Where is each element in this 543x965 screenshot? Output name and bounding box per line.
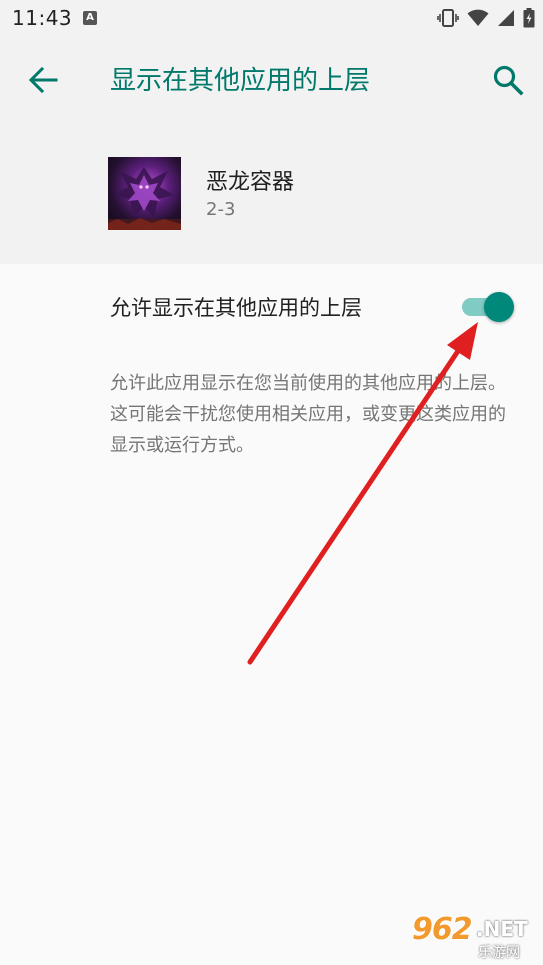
arrow-back-icon[interactable] bbox=[26, 63, 60, 97]
watermark-logo: 962 .NET 乐游网 bbox=[404, 912, 538, 962]
watermark-number: 962 bbox=[412, 912, 473, 947]
font-a-icon: A bbox=[83, 11, 97, 25]
page-title: 显示在其他应用的上层 bbox=[110, 66, 371, 96]
app-header: 显示在其他应用的上层 恶龙容器 2-3 bbox=[0, 36, 543, 264]
signal-icon bbox=[498, 10, 514, 26]
setting-summary: 允许此应用显示在您当前使用的其他应用的上层。这可能会干扰您使用相关应用，或变更这… bbox=[110, 373, 506, 456]
toggle-thumb bbox=[484, 292, 514, 322]
watermark-suffix: .NET bbox=[476, 917, 528, 941]
wifi-icon bbox=[467, 9, 489, 26]
battery-charging-icon bbox=[523, 8, 535, 28]
overlay-permission-toggle[interactable] bbox=[462, 291, 516, 323]
status-time: 11:43 bbox=[12, 6, 73, 30]
overlay-permission-row[interactable]: 允许显示在其他应用的上层 bbox=[0, 264, 543, 350]
app-version: 2-3 bbox=[206, 199, 236, 220]
dragon-image bbox=[108, 167, 181, 230]
settings-screen: 11:43 A 显示在其他应用的上层 恶龙容器 2-3 允许显示在其他应用的上层… bbox=[0, 0, 543, 965]
search-icon[interactable] bbox=[490, 62, 526, 98]
watermark-sub: 乐游网 bbox=[478, 945, 520, 961]
status-icons bbox=[437, 7, 535, 29]
app-icon bbox=[108, 157, 181, 230]
status-bar: 11:43 A bbox=[0, 0, 543, 36]
app-name: 恶龙容器 bbox=[206, 170, 295, 195]
setting-label: 允许显示在其他应用的上层 bbox=[110, 296, 362, 320]
vibrate-icon bbox=[437, 9, 459, 27]
